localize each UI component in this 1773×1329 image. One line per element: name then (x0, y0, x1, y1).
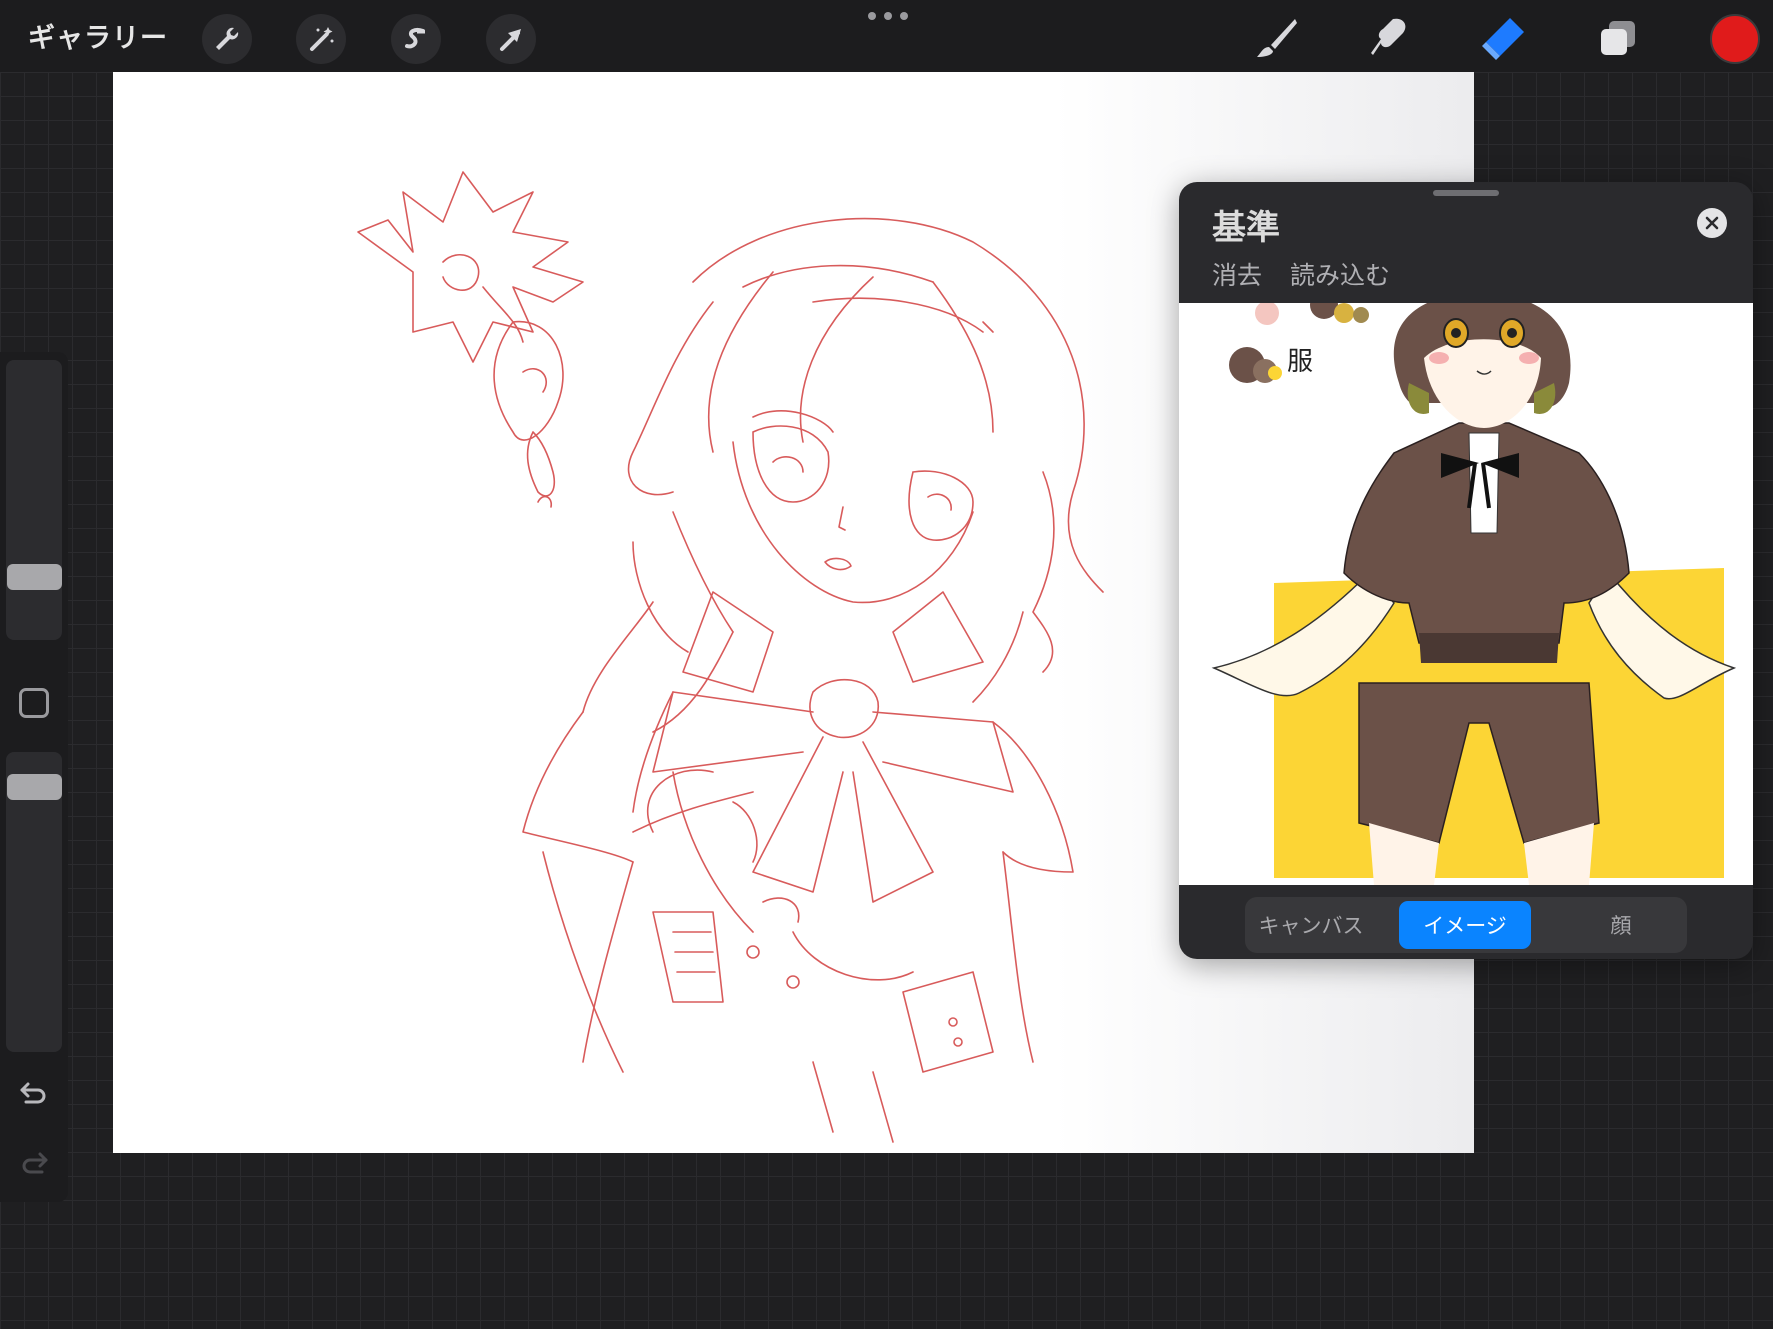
reference-illustration (1211, 303, 1737, 885)
adjustments-button[interactable] (296, 14, 346, 64)
import-button[interactable]: 読み込む (1290, 256, 1390, 292)
more-options-icon[interactable] (868, 6, 908, 26)
top-toolbar: ギャラリー (0, 0, 1773, 72)
selection-button[interactable] (391, 14, 441, 64)
smudge-icon (1371, 18, 1406, 56)
layers-icon (1601, 21, 1635, 55)
brush-size-slider[interactable] (6, 360, 62, 640)
brush-button[interactable] (1248, 10, 1304, 66)
panel-title: 基準 (1212, 208, 1280, 248)
tab-canvas[interactable]: キャンバス (1245, 897, 1377, 953)
reference-panel: 基準 消去 読み込む 服 キャンバス イメージ 顔 (1179, 182, 1753, 959)
reference-mode-selector: キャンバス イメージ 顔 (1245, 897, 1687, 953)
selection-icon (405, 27, 425, 49)
redo-icon[interactable] (18, 1146, 50, 1178)
magic-wand-icon (310, 27, 334, 51)
close-icon (1705, 216, 1719, 230)
brush-size-thumb[interactable] (7, 564, 62, 590)
transform-button[interactable] (486, 14, 536, 64)
eraser-button[interactable] (1474, 10, 1530, 66)
smudge-button[interactable] (1360, 10, 1416, 66)
transform-arrow-icon (500, 29, 521, 51)
reference-image[interactable]: 服 (1179, 303, 1753, 885)
opacity-thumb[interactable] (7, 774, 62, 800)
close-button[interactable] (1697, 208, 1727, 238)
gallery-button[interactable]: ギャラリー (28, 16, 168, 55)
tab-face[interactable]: 顔 (1555, 897, 1687, 953)
brush-icon (1257, 19, 1297, 57)
clear-button[interactable]: 消去 (1212, 256, 1262, 292)
modify-button[interactable] (19, 688, 49, 718)
panel-grabber[interactable] (1433, 190, 1499, 196)
wrench-icon (216, 27, 239, 50)
eraser-icon (1482, 18, 1524, 60)
reference-note: 服 (1287, 347, 1314, 377)
left-sidebar (0, 352, 68, 1202)
undo-icon[interactable] (18, 1076, 50, 1108)
actions-button[interactable] (202, 14, 252, 64)
layers-button[interactable] (1590, 10, 1646, 66)
tab-image[interactable]: イメージ (1399, 901, 1531, 949)
color-picker-button[interactable] (1710, 14, 1760, 64)
